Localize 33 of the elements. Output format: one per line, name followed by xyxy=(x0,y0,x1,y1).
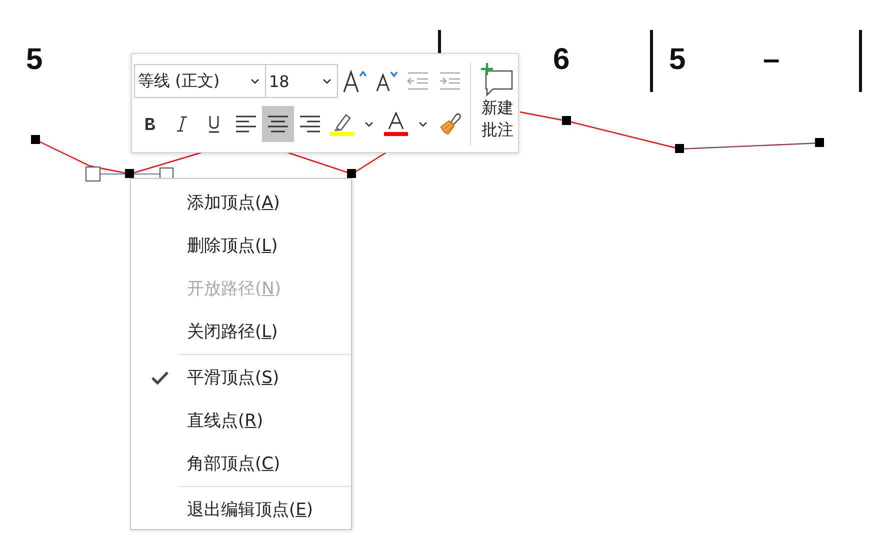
menu-item[interactable]: 添加顶点(A) xyxy=(131,181,351,224)
menu-item[interactable]: 退出编辑顶点(E) xyxy=(131,488,351,531)
note-digit: – xyxy=(763,42,780,78)
font-size-dropdown[interactable]: 18 xyxy=(266,64,338,98)
note-digit: 5 xyxy=(669,42,686,78)
italic-icon[interactable] xyxy=(176,116,188,132)
align-right-icon[interactable] xyxy=(299,115,321,133)
font-name-dropdown[interactable]: 等线 (正文) xyxy=(134,64,266,98)
shrink-font-icon[interactable] xyxy=(374,69,398,93)
chevron-icon xyxy=(251,78,259,84)
bar-line xyxy=(650,30,653,92)
chevron-icon xyxy=(323,78,331,84)
comment-add-icon xyxy=(480,63,514,97)
format-painter-icon[interactable] xyxy=(438,112,462,136)
grow-font-icon[interactable] xyxy=(341,68,367,94)
new-comment-button[interactable]: 新建批注 xyxy=(476,63,518,146)
align-center-icon[interactable] xyxy=(267,115,289,133)
menu-item[interactable]: 关闭路径(L) xyxy=(131,310,351,353)
chevron-icon[interactable] xyxy=(419,122,427,126)
align-left-icon[interactable] xyxy=(235,115,257,133)
note-digit: 6 xyxy=(553,42,570,78)
underline-icon[interactable] xyxy=(208,115,220,133)
menu-item[interactable]: 角部顶点(C) xyxy=(131,442,351,485)
menu-item[interactable]: 删除顶点(L) xyxy=(131,224,351,267)
bold-icon xyxy=(144,117,156,131)
bar-line xyxy=(438,30,441,54)
chevron-icon[interactable] xyxy=(365,122,373,126)
note-digit: 5 xyxy=(26,42,43,78)
menu-item[interactable]: 直线点(R) xyxy=(131,399,351,442)
font-color-icon[interactable] xyxy=(383,112,409,136)
menu-item[interactable]: 平滑顶点(S) xyxy=(131,356,351,399)
highlighter-icon[interactable] xyxy=(329,112,355,136)
bar-line xyxy=(859,30,862,92)
